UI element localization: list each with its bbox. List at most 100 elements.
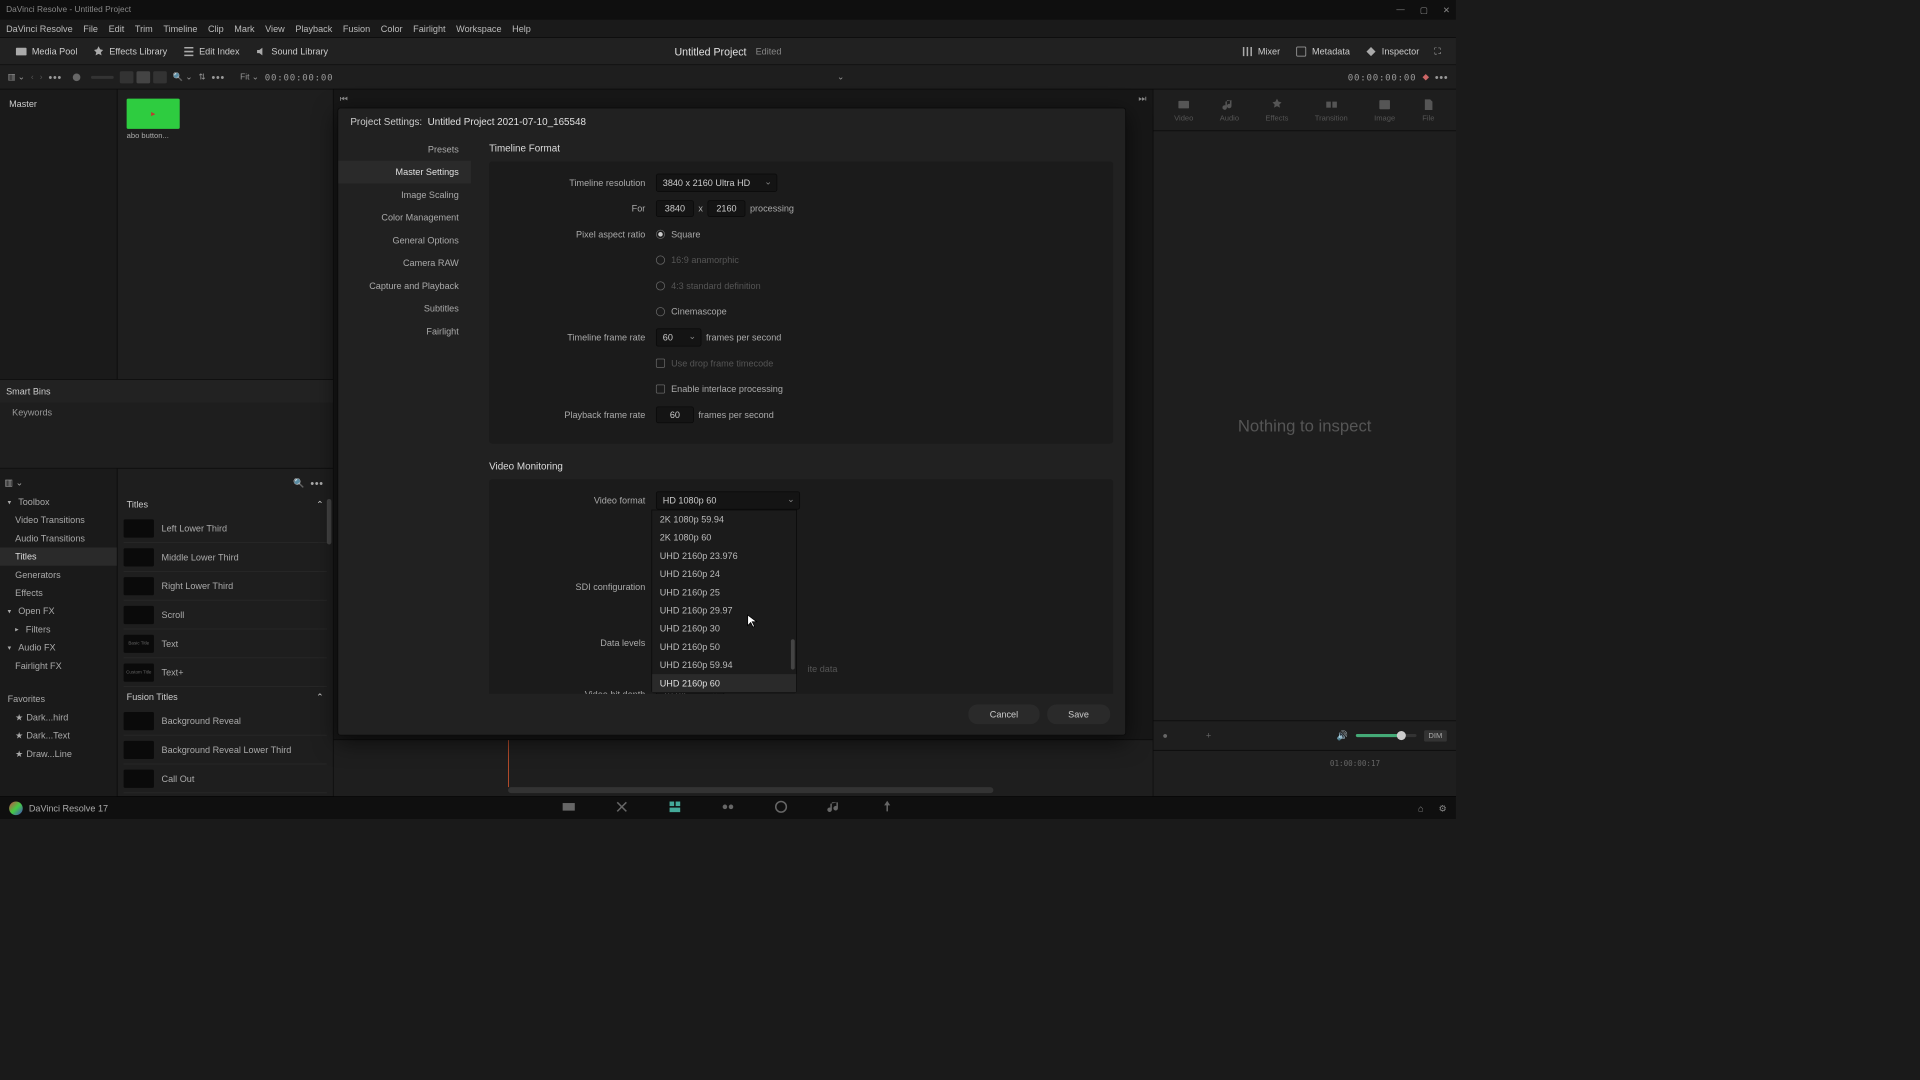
inspector-button[interactable]: Inspector	[1358, 42, 1427, 60]
radio-43[interactable]	[656, 281, 665, 290]
home-icon[interactable]: ⌂	[1418, 803, 1423, 814]
keyframe-dot[interactable]: ●	[1162, 730, 1167, 741]
menu-item[interactable]: Edit	[109, 23, 125, 34]
timeline-resolution-dropdown[interactable]: 3840 x 2160 Ultra HD	[656, 174, 777, 192]
menu-item[interactable]: Clip	[208, 23, 224, 34]
inspector-tab-audio[interactable]: Audio	[1220, 97, 1239, 122]
page-color[interactable]	[773, 799, 788, 816]
fusion-preset[interactable]: Background Reveal Lower Third	[124, 736, 327, 765]
favorites-header[interactable]: Favorites	[0, 690, 117, 708]
playback-framerate-input[interactable]	[656, 406, 694, 423]
radio-square[interactable]	[656, 230, 665, 239]
title-preset[interactable]: Custom TitleText+	[124, 658, 327, 687]
nav-next-icon[interactable]: ›	[40, 72, 43, 81]
page-fusion[interactable]	[720, 799, 735, 816]
audiofx-group[interactable]: ▾Audio FX	[0, 638, 117, 656]
dropdown-option[interactable]: 2K 1080p 59.94	[652, 510, 796, 528]
dropdown-option[interactable]: UHD 2160p 29.97	[652, 601, 796, 619]
more-icon[interactable]: •••	[49, 71, 62, 83]
width-input[interactable]	[656, 200, 694, 217]
nav-master-settings[interactable]: Master Settings	[338, 161, 471, 184]
nav-filters[interactable]: ▸Filters	[0, 620, 117, 638]
menu-item[interactable]: Color	[381, 23, 403, 34]
height-input[interactable]	[707, 200, 745, 217]
metadata-button[interactable]: Metadata	[1288, 42, 1358, 60]
fav-item[interactable]: ★ Draw...Line	[0, 745, 117, 763]
menu-item[interactable]: Playback	[295, 23, 332, 34]
settings-icon[interactable]: ⚙	[1439, 803, 1447, 814]
edit-index-button[interactable]: Edit Index	[175, 42, 247, 60]
zoom-slider[interactable]	[91, 75, 114, 78]
list-view-icon[interactable]	[153, 71, 167, 83]
master-bin[interactable]: Master	[6, 96, 111, 113]
inspector-tab-transition[interactable]: Transition	[1315, 97, 1348, 122]
minimize-icon[interactable]: —	[1396, 5, 1404, 15]
scrollbar[interactable]	[508, 787, 993, 793]
dropdown-option[interactable]: UHD 2160p 23.976	[652, 547, 796, 565]
page-edit[interactable]	[667, 799, 682, 816]
layout-icon[interactable]: ▥ ⌄	[0, 472, 117, 493]
mixer-button[interactable]: Mixer	[1234, 42, 1288, 60]
dropdown-option[interactable]: UHD 2160p 59.94	[652, 656, 796, 674]
sound-library-button[interactable]: Sound Library	[247, 42, 336, 60]
search-icon[interactable]: 🔍 ⌄	[173, 72, 193, 82]
titles-header[interactable]: Titles⌃	[124, 494, 327, 514]
title-preset[interactable]: Scroll	[124, 601, 327, 630]
page-cut[interactable]	[614, 799, 629, 816]
go-end-icon[interactable]: ⏭	[1138, 93, 1146, 104]
volume-icon[interactable]: 🔊	[1337, 730, 1348, 741]
nav-effects[interactable]: Effects	[0, 584, 117, 602]
dim-button[interactable]: DIM	[1424, 730, 1447, 741]
check-interlace[interactable]	[656, 384, 665, 393]
more-icon[interactable]: •••	[310, 477, 323, 489]
inspector-tab-video[interactable]: Video	[1174, 97, 1193, 122]
menu-item[interactable]: Fairlight	[413, 23, 445, 34]
title-preset[interactable]: Middle Lower Third	[124, 543, 327, 572]
dropdown-option[interactable]: UHD 2160p 50	[652, 638, 796, 656]
inspector-tab-effects[interactable]: Effects	[1265, 97, 1288, 122]
nav-presets[interactable]: Presets	[338, 138, 471, 161]
marker-icon[interactable]: ◆	[1422, 72, 1428, 82]
fit-dropdown[interactable]: Fit ⌄	[240, 72, 259, 82]
title-preset[interactable]: Left Lower Third	[124, 514, 327, 543]
page-fairlight[interactable]	[827, 799, 842, 816]
page-media[interactable]	[561, 799, 576, 816]
cancel-button[interactable]: Cancel	[969, 704, 1040, 724]
nav-color-mgmt[interactable]: Color Management	[338, 206, 471, 229]
nav-titles[interactable]: Titles	[0, 547, 117, 565]
media-pool-button[interactable]: Media Pool	[8, 42, 85, 60]
radio-cinemascope[interactable]	[656, 307, 665, 316]
inspector-tab-image[interactable]: Image	[1374, 97, 1395, 122]
toolbox-group[interactable]: ▾Toolbox	[0, 493, 117, 511]
dropdown-option[interactable]: UHD 2160p 24	[652, 565, 796, 583]
nav-general[interactable]: General Options	[338, 229, 471, 252]
chevron-down-icon[interactable]: ⌄	[837, 72, 844, 82]
nav-prev-icon[interactable]: ‹	[31, 72, 34, 81]
menu-item[interactable]: Workspace	[456, 23, 501, 34]
thumb-view-icon[interactable]	[120, 71, 134, 83]
title-preset[interactable]: Right Lower Third	[124, 572, 327, 601]
playhead[interactable]	[508, 740, 509, 787]
menu-item[interactable]: File	[83, 23, 98, 34]
radio-169[interactable]	[656, 256, 665, 265]
record-icon[interactable]	[73, 73, 81, 81]
openfx-group[interactable]: ▾Open FX	[0, 602, 117, 620]
menu-item[interactable]: Help	[512, 23, 531, 34]
more-icon[interactable]: •••	[212, 71, 225, 83]
fusion-preset[interactable]: Background Reveal	[124, 707, 327, 736]
nav-fairlight[interactable]: Fairlight	[338, 320, 471, 343]
expand-icon[interactable]: ⛶	[1427, 42, 1449, 59]
scrollbar[interactable]	[327, 499, 332, 544]
inspector-tab-file[interactable]: File	[1421, 97, 1435, 122]
add-icon[interactable]: +	[1206, 730, 1211, 741]
go-start-icon[interactable]: ⏮	[340, 93, 348, 104]
menu-item[interactable]: Mark	[234, 23, 254, 34]
nav-audio-transitions[interactable]: Audio Transitions	[0, 529, 117, 547]
more-icon[interactable]: •••	[1435, 71, 1448, 83]
page-deliver[interactable]	[880, 799, 895, 816]
effects-library-button[interactable]: Effects Library	[85, 42, 175, 60]
nav-generators[interactable]: Generators	[0, 566, 117, 584]
nav-subtitles[interactable]: Subtitles	[338, 297, 471, 320]
search-icon[interactable]: 🔍	[293, 478, 304, 489]
scrollbar[interactable]	[791, 639, 795, 669]
